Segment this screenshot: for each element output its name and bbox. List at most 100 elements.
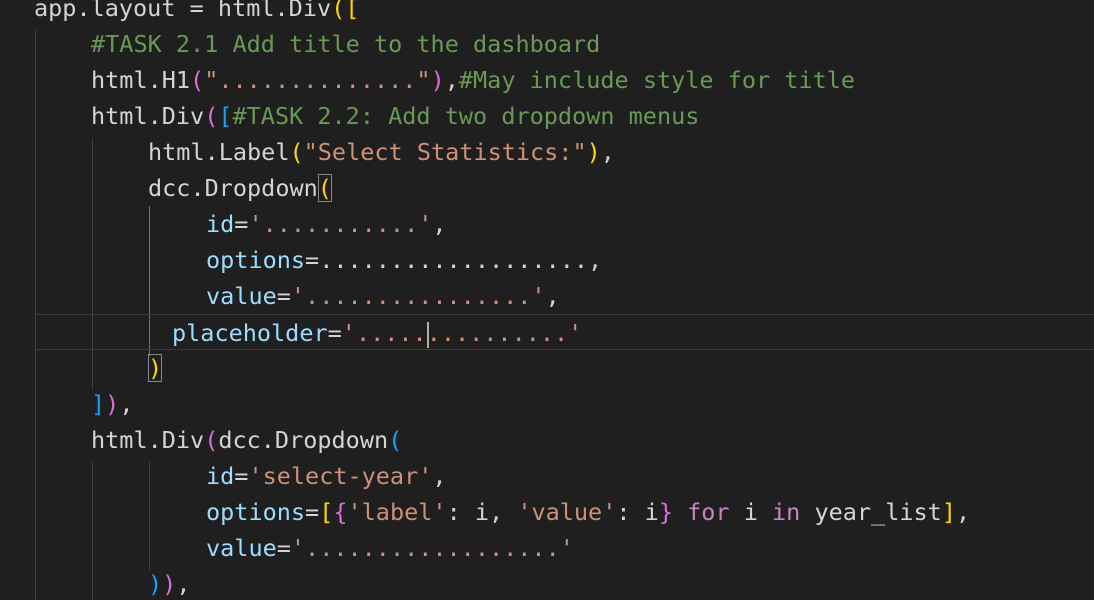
code-line-text: html.Div([#TASK 2.2: Add two dropdown me… <box>91 102 699 130</box>
code-line-12[interactable]: ]), <box>0 386 1094 422</box>
token-plain: : i <box>616 498 659 526</box>
bracket-match-close: ) <box>148 354 163 382</box>
code-line-text: options=..................., <box>206 246 602 274</box>
token-var: value <box>206 282 277 310</box>
code-line-16[interactable]: value='..................' <box>0 530 1094 566</box>
code-line-text: id='...........', <box>206 210 447 238</box>
token-plain: = <box>234 210 249 238</box>
code-line-text: html.Div(dcc.Dropdown( <box>91 426 402 454</box>
token-kw: for <box>672 498 744 526</box>
token-b3: ] <box>91 390 106 418</box>
code-editor[interactable]: app.layout = html.Div([ #TASK 2.1 Add ti… <box>0 0 1094 600</box>
token-plain: html.Div <box>91 102 205 130</box>
token-plain: = <box>276 282 291 310</box>
token-plain: : i, <box>446 498 518 526</box>
token-plain: , <box>444 66 459 94</box>
code-line-5[interactable]: html.Label("Select Statistics:"), <box>0 134 1094 170</box>
code-line-1[interactable]: app.layout = html.Div([ <box>0 0 1094 26</box>
token-b1: ([ <box>331 0 360 22</box>
token-plain: year_list <box>814 498 942 526</box>
token-b1: ] <box>941 498 956 526</box>
token-plain: i <box>743 498 758 526</box>
token-str: 'label' <box>347 498 447 526</box>
token-b1: [ <box>319 498 334 526</box>
token-var: options <box>206 246 306 274</box>
current-line[interactable]: placeholder='...............' <box>34 314 1094 350</box>
code-line-text: placeholder='...............' <box>172 319 583 348</box>
token-b2: } <box>658 498 673 526</box>
token-str: ".............." <box>204 66 431 94</box>
token-plain: , <box>432 210 447 238</box>
token-plain: , <box>119 390 134 418</box>
token-plain: , <box>600 138 615 166</box>
token-plain: html.H1 <box>91 66 191 94</box>
token-plain: = <box>276 534 291 562</box>
code-line-4[interactable]: html.Div([#TASK 2.2: Add two dropdown me… <box>0 98 1094 134</box>
token-str: ..........' <box>426 319 583 347</box>
code-line-8[interactable]: options=..................., <box>0 242 1094 278</box>
token-b2: ) <box>105 390 120 418</box>
token-b1: ) <box>586 138 601 166</box>
token-plain: , <box>545 282 560 310</box>
token-str: '..................' <box>290 534 574 562</box>
token-b2: ( <box>190 66 205 94</box>
token-str: "Select Statistics:" <box>303 138 587 166</box>
token-plain: , <box>432 462 447 490</box>
code-line-6[interactable]: dcc.Dropdown( <box>0 170 1094 206</box>
code-line-13[interactable]: html.Div(dcc.Dropdown( <box>0 422 1094 458</box>
token-b2: { <box>333 498 348 526</box>
code-line-text: )), <box>148 570 190 598</box>
token-b3: ( <box>388 426 403 454</box>
bracket-match-open: ( <box>317 174 332 202</box>
token-str: '................' <box>290 282 546 310</box>
code-line-text: app.layout = html.Div([ <box>34 0 359 22</box>
token-plain: = <box>305 498 320 526</box>
token-plain: =..................., <box>305 246 603 274</box>
code-line-text: html.H1(".............."),#May include s… <box>91 66 855 94</box>
code-line-15[interactable]: options=[{'label': i, 'value': i} for i … <box>0 494 1094 530</box>
token-b1: ( <box>289 138 304 166</box>
token-var: value <box>206 534 277 562</box>
token-plain: = <box>234 462 249 490</box>
token-b2: ( <box>204 102 219 130</box>
token-plain: dcc.Dropdown <box>218 426 389 454</box>
code-line-7[interactable]: id='...........', <box>0 206 1094 242</box>
token-plain: = <box>327 319 342 347</box>
token-cm: #May include style for title <box>458 66 856 94</box>
code-line-2[interactable]: #TASK 2.1 Add title to the dashboard <box>0 26 1094 62</box>
code-line-11[interactable]: ) <box>0 350 1094 386</box>
code-line-text: ) <box>148 354 163 382</box>
code-line-14[interactable]: id='select-year', <box>0 458 1094 494</box>
token-b3: [ <box>218 102 233 130</box>
token-plain: html.Div <box>91 426 205 454</box>
token-plain: , <box>955 498 971 526</box>
token-str: '..... <box>341 319 427 347</box>
code-line-9[interactable]: value='................', <box>0 278 1094 314</box>
token-cm: #TASK 2.2: Add two dropdown menus <box>232 102 700 130</box>
token-kw: in <box>757 498 815 526</box>
token-plain: html.Label <box>148 138 290 166</box>
code-line-text: value='................', <box>206 282 560 310</box>
token-str: 'value' <box>517 498 617 526</box>
code-line-text: options=[{'label': i, 'value': i} for i … <box>206 498 970 526</box>
token-var: placeholder <box>172 319 328 347</box>
token-plain: dcc.Dropdown <box>148 174 318 202</box>
token-b2: ) <box>162 570 177 598</box>
token-plain: app.layout = html.Div <box>34 0 332 22</box>
token-var: id <box>206 210 235 238</box>
code-line-text: dcc.Dropdown( <box>148 174 332 202</box>
token-str: '...........' <box>248 210 433 238</box>
code-line-3[interactable]: html.H1(".............."),#May include s… <box>0 62 1094 98</box>
token-b3: ) <box>148 570 163 598</box>
code-line-text: value='..................' <box>206 534 574 562</box>
code-line-text: id='select-year', <box>206 462 447 490</box>
code-line-text: #TASK 2.1 Add title to the dashboard <box>91 30 600 58</box>
code-line-text: ]), <box>91 390 133 418</box>
token-b2: ) <box>430 66 445 94</box>
token-var: id <box>206 462 235 490</box>
token-b2: ( <box>204 426 219 454</box>
code-line-17[interactable]: )), <box>0 566 1094 600</box>
token-var: options <box>206 498 306 526</box>
token-str: 'select-year' <box>248 462 433 490</box>
token-cm: #TASK 2.1 Add title to the dashboard <box>91 30 601 58</box>
